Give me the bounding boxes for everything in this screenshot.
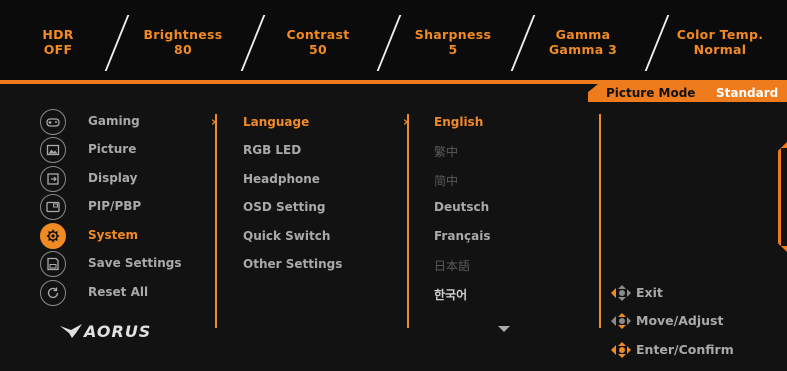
submenu-item-other-settings[interactable]: Other Settings: [243, 257, 342, 271]
scroll-down-icon[interactable]: [498, 326, 510, 332]
menu-item-display[interactable]: Display: [40, 166, 210, 192]
menu-item-label: Display: [88, 171, 138, 185]
hint-label: Enter/Confirm: [636, 342, 734, 357]
stat-contrast: Contrast 50: [280, 27, 356, 57]
option-korean[interactable]: 한국어: [434, 286, 467, 303]
column-divider: [215, 114, 217, 328]
stat-gamma-label: Gamma: [555, 27, 611, 42]
stat-contrast-label: Contrast: [286, 27, 350, 42]
display-icon: [40, 166, 66, 192]
divider-slash: [104, 15, 130, 71]
menu-item-label: PIP/PBP: [88, 199, 142, 213]
submenu-item-osd-setting[interactable]: OSD Setting: [243, 200, 325, 214]
status-bar: HDR OFF Brightness 80 Contrast 50 Sharpn…: [0, 0, 787, 80]
submenu-item-rgb-led[interactable]: RGB LED: [243, 143, 301, 157]
menu-item-gaming[interactable]: Gaming: [40, 109, 210, 135]
chevron-right-icon: ›: [211, 115, 217, 130]
picture-mode-tab: Picture Mode Standard: [588, 84, 787, 102]
stat-sharpness: Sharpness 5: [410, 27, 496, 57]
reset-icon: [40, 280, 66, 306]
picture-mode-label: Picture Mode: [606, 86, 696, 100]
stat-hdr: HDR OFF: [40, 27, 76, 57]
menu-item-save-settings[interactable]: Save Settings: [40, 251, 210, 277]
menu-item-label: Save Settings: [88, 256, 182, 270]
menu-item-label: Reset All: [88, 285, 149, 299]
option-francais[interactable]: Français: [434, 229, 490, 243]
stat-sharpness-label: Sharpness: [414, 27, 492, 42]
stat-hdr-label: HDR: [42, 27, 74, 42]
option-deutsch[interactable]: Deutsch: [434, 200, 489, 214]
hint-label: Exit: [636, 285, 663, 300]
stat-color-temp-label: Color Temp.: [676, 27, 764, 42]
stat-brightness-value: 80: [174, 42, 192, 57]
divider-slash: [510, 15, 536, 71]
save-icon: [40, 251, 66, 277]
menu-item-pip-pbp[interactable]: PIP/PBP: [40, 194, 210, 220]
divider-slash: [376, 15, 402, 71]
pip-icon: [40, 194, 66, 220]
submenu-item-headphone[interactable]: Headphone: [243, 172, 320, 186]
stat-brightness-label: Brightness: [143, 27, 223, 42]
option-traditional-chinese[interactable]: 繁中: [434, 143, 458, 160]
option-simplified-chinese[interactable]: 简中: [434, 172, 458, 189]
submenu-item-quick-switch[interactable]: Quick Switch: [243, 229, 330, 243]
divider-slash: [240, 15, 266, 71]
stat-gamma-value: Gamma 3: [548, 42, 618, 57]
column-divider: [407, 114, 409, 328]
dpad-updown-icon: [611, 313, 631, 329]
gear-icon: [40, 223, 66, 249]
gamepad-icon: [40, 109, 66, 135]
option-english[interactable]: English: [434, 115, 483, 129]
option-japanese[interactable]: 日本語: [434, 257, 470, 274]
stat-brightness: Brightness 80: [140, 27, 226, 57]
stat-hdr-value: OFF: [43, 42, 73, 57]
hint-move-adjust: Move/Adjust: [608, 311, 778, 331]
dpad-left-icon: [611, 285, 631, 301]
picture-mode-value: Standard: [716, 86, 779, 100]
eagle-icon: [60, 324, 82, 338]
stat-gamma: Gamma Gamma 3: [540, 27, 626, 57]
divider-slash: [644, 15, 670, 71]
stat-color-temp: Color Temp. Normal: [672, 27, 768, 57]
menu-item-label: Picture: [88, 142, 137, 156]
logo-text: AORUS: [84, 322, 152, 341]
menu-item-reset-all[interactable]: Reset All: [40, 280, 210, 306]
stat-contrast-value: 50: [309, 42, 327, 57]
submenu-item-language[interactable]: Language: [243, 115, 309, 129]
hint-label: Move/Adjust: [636, 313, 724, 328]
menu-item-label: Gaming: [88, 114, 140, 128]
menu-item-picture[interactable]: Picture: [40, 137, 210, 163]
hint-exit: Exit: [608, 283, 778, 303]
stat-color-temp-value: Normal: [693, 42, 747, 57]
menu-item-system[interactable]: System: [40, 223, 210, 249]
column-divider: [599, 114, 601, 328]
picture-icon: [40, 137, 66, 163]
chevron-right-icon: ›: [403, 115, 409, 130]
menu-item-label: System: [88, 228, 138, 242]
dpad-press-icon: [611, 342, 631, 358]
hint-enter-confirm: Enter/Confirm: [608, 340, 778, 360]
side-tab: [778, 142, 787, 252]
stat-sharpness-value: 5: [448, 42, 458, 57]
